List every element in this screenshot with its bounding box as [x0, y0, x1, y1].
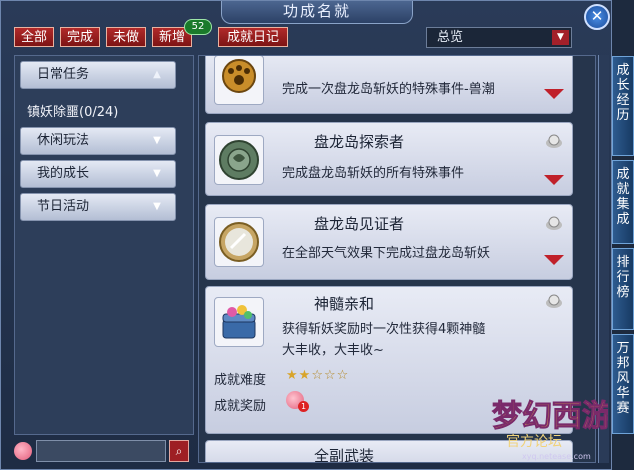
- sidebar-item-label: 休闲玩法: [37, 133, 90, 148]
- achievement-title: 盘龙岛探索者: [314, 133, 405, 151]
- achievement-title: 神髓亲和: [314, 295, 375, 313]
- difficulty-stars: ★★☆☆☆: [286, 368, 349, 383]
- game-logo: 梦幻西游 官方论坛 xyq.netease.com: [492, 399, 609, 462]
- paw-icon: [214, 56, 264, 105]
- sidebar-item-label: 我的成长: [37, 166, 90, 181]
- sidebar-item-daily[interactable]: 日常任务 ▲: [20, 61, 176, 89]
- svg-text:梦幻西游: 梦幻西游: [492, 399, 608, 434]
- window-title: 功成名就: [221, 1, 413, 24]
- svg-text:xyq.netease.com: xyq.netease.com: [522, 452, 591, 461]
- star-filled-icon: ★★: [286, 368, 312, 383]
- achievement-desc: 完成盘龙岛斩妖的所有特殊事件: [282, 166, 465, 181]
- chevron-down-icon: ▼: [153, 201, 161, 212]
- medal-icon: [546, 134, 562, 148]
- reward-count-badge: 1: [298, 401, 309, 412]
- achievement-card[interactable]: 完成一次盘龙岛斩妖的特殊事件-兽潮: [205, 56, 573, 114]
- medal-icon: [214, 135, 264, 185]
- sidebar-item-label: 日常任务: [37, 67, 90, 82]
- new-count-badge: 52: [184, 19, 212, 35]
- sidebar-item-leisure[interactable]: 休闲玩法 ▼: [20, 127, 176, 155]
- chevron-down-icon: ▼: [153, 135, 161, 146]
- achievement-desc: 完成一次盘龙岛斩妖的特殊事件-兽潮: [282, 82, 495, 97]
- reward-label: 成就奖励: [214, 399, 267, 414]
- achievement-title: 全副武装: [314, 447, 375, 463]
- sidebar-item-festival[interactable]: 节日活动 ▼: [20, 193, 176, 221]
- tab-achievement-collection[interactable]: 成就集成: [612, 160, 634, 244]
- expand-icon[interactable]: [544, 175, 564, 185]
- close-icon[interactable]: ✕: [584, 4, 610, 30]
- expand-icon[interactable]: [544, 255, 564, 265]
- medal-icon: [546, 216, 562, 230]
- filter-done-button[interactable]: 完成: [60, 27, 100, 47]
- chevron-down-icon[interactable]: ▼: [552, 30, 569, 45]
- overview-select[interactable]: 总览 ▼: [426, 27, 572, 48]
- difficulty-label: 成就难度: [214, 373, 267, 388]
- tab-leaderboard[interactable]: 排行榜: [612, 248, 634, 330]
- sidebar-item-growth[interactable]: 我的成长 ▼: [20, 160, 176, 188]
- achievement-diary-button[interactable]: 成就日记: [218, 27, 288, 47]
- achievement-desc: 在全部天气效果下完成过盘龙岛斩妖: [282, 246, 491, 261]
- achievement-desc-line1: 获得斩妖奖励时一次性获得4颗神髓: [282, 322, 486, 337]
- peach-icon: [14, 442, 32, 460]
- achievement-title: 盘龙岛见证者: [314, 215, 405, 233]
- sidebar-subitem[interactable]: 镇妖除噩(0/24): [27, 101, 118, 120]
- filter-undone-button[interactable]: 未做: [106, 27, 146, 47]
- tab-growth-history[interactable]: 成长经历: [612, 56, 634, 156]
- sidebar-item-label: 节日活动: [37, 199, 90, 214]
- category-sidebar: 日常任务 ▲ 镇妖除噩(0/24) 休闲玩法 ▼ 我的成长 ▼ 节日活动 ▼: [14, 55, 194, 435]
- chevron-up-icon: ▲: [153, 69, 161, 80]
- search-icon[interactable]: ⌕: [169, 440, 189, 462]
- achievement-card[interactable]: 盘龙岛探索者 完成盘龙岛斩妖的所有特殊事件: [205, 122, 573, 196]
- tab-wanbang[interactable]: 万邦风华赛: [612, 334, 634, 434]
- mirror-icon: [214, 217, 264, 267]
- search-input[interactable]: [36, 440, 166, 462]
- filter-all-button[interactable]: 全部: [14, 27, 54, 47]
- gem-chest-icon: [214, 297, 264, 347]
- search-bar: ⌕: [14, 440, 190, 464]
- star-empty-icon: ☆☆☆: [311, 368, 350, 383]
- achievement-desc-line2: 大丰收，大丰收~: [282, 343, 384, 358]
- overview-select-value: 总览: [437, 30, 464, 45]
- chevron-down-icon: ▼: [153, 168, 161, 179]
- medal-icon: [546, 294, 562, 308]
- svg-text:官方论坛: 官方论坛: [506, 434, 562, 450]
- achievement-card[interactable]: 盘龙岛见证者 在全部天气效果下完成过盘龙岛斩妖: [205, 204, 573, 280]
- expand-icon[interactable]: [544, 89, 564, 99]
